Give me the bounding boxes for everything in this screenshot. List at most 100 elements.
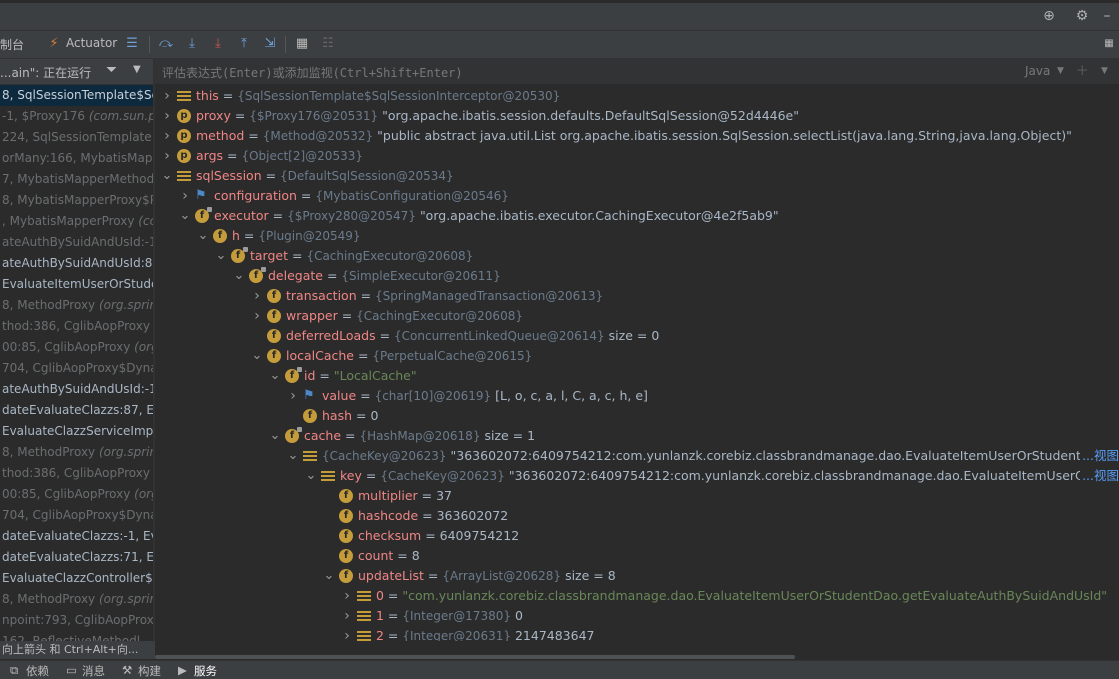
gear-icon[interactable]: ⚙ (1073, 7, 1091, 25)
stack-frame[interactable]: 8, MethodProxy (org.sprin (0, 589, 153, 610)
chevron-down-icon[interactable]: ⌄ (269, 366, 281, 386)
chevron-right-icon[interactable]: › (179, 186, 191, 206)
stack-frame[interactable]: orMany:166, MybatisMappe (0, 148, 153, 169)
variable-row[interactable]: f checksum = 6409754212 (155, 526, 1119, 546)
step-out-icon[interactable]: ⤒ (234, 34, 254, 54)
stack-frame[interactable]: -1, $Proxy176 (com.sun.pro (0, 106, 153, 127)
chevron-right-icon[interactable]: › (161, 146, 173, 166)
layout-lines-icon[interactable]: ☰ (122, 34, 142, 54)
stack-frame[interactable]: EvaluateClazzServiceImpl$ (0, 421, 153, 442)
variable-row[interactable]: ⌄ sqlSession = {DefaultSqlSession@20534} (155, 166, 1119, 186)
bottom-tab-2[interactable]: 构建 (138, 663, 161, 679)
evaluate-table-icon[interactable]: ▦ (292, 34, 312, 54)
chevron-right-icon[interactable]: › (287, 386, 299, 406)
variable-row[interactable]: ⌄ f target = {CachingExecutor@20608} (155, 246, 1119, 266)
chevron-down-icon[interactable]: ⌄ (215, 246, 227, 266)
stack-frame[interactable]: dateEvaluateClazzs:71, Eva (0, 547, 153, 568)
variable-row[interactable]: ⌄ f cache = {HashMap@20618} size = 1 (155, 426, 1119, 446)
target-circle-icon[interactable]: ⊕ (1040, 7, 1058, 25)
chevron-right-icon[interactable]: › (251, 286, 263, 306)
stack-frame[interactable]: 162, ReflectiveMethodl... (0, 631, 153, 641)
stack-frame[interactable]: dateEvaluateClazzs:-1, Eva (0, 526, 153, 547)
chevron-right-icon[interactable]: › (341, 626, 353, 641)
stack-frame[interactable]: 8, MethodProxy (org.sprin (0, 295, 153, 316)
stack-frame[interactable]: npoint:793, CglibAopProxy (0, 610, 153, 631)
variable-row[interactable]: ⌄ {CacheKey@20623} "363602072:6409754212:… (155, 446, 1119, 466)
stack-frame[interactable]: 8, MethodProxy (org.sprin (0, 442, 153, 463)
stack-frame[interactable]: 8, MybatisMapperProxy$Pl (0, 190, 153, 211)
chevron-right-icon[interactable]: › (251, 306, 263, 326)
stack-frame[interactable]: dateEvaluateClazzs:87, Eva (0, 400, 153, 421)
chevron-down-icon[interactable]: ⌄ (287, 446, 299, 466)
step-over-icon[interactable]: ⤼ (156, 34, 176, 54)
chevron-right-icon[interactable]: › (161, 86, 173, 106)
variable-row[interactable]: f deferredLoads = {ConcurrentLinkedQueue@… (155, 326, 1119, 346)
stack-frame[interactable]: EvaluateClazzController$$ (0, 568, 153, 589)
variable-row[interactable]: ⌄ f executor = {$Proxy280@20547} "org.apac… (155, 206, 1119, 226)
trace-icon[interactable]: ☷ (318, 34, 338, 54)
add-watch-icon[interactable]: + (1076, 61, 1089, 79)
variable-row[interactable]: f hashcode = 363602072 (155, 506, 1119, 526)
stack-frame[interactable]: 704, CglibAopProxy$Dyna (0, 358, 153, 379)
variable-row[interactable]: f multiplier = 37 (155, 486, 1119, 506)
view-link[interactable]: ...视图 (1080, 446, 1119, 466)
variable-row[interactable]: › f wrapper = {CachingExecutor@20608} (155, 306, 1119, 326)
chevron-down-icon[interactable]: ⌄ (323, 566, 335, 586)
chevron-down-icon[interactable]: ⌄ (179, 206, 191, 226)
chevron-right-icon[interactable]: › (161, 106, 173, 126)
stack-frame[interactable]: 00:85, CglibAopProxy (org. (0, 337, 153, 358)
variable-row[interactable]: ⌄ f h = {Plugin@20549} (155, 226, 1119, 246)
chevron-down-icon[interactable]: ⌄ (305, 466, 317, 486)
step-into-icon[interactable]: ⤓ (182, 34, 202, 54)
chevron-down-icon[interactable]: ⌄ (197, 226, 209, 246)
filter-icon[interactable]: ⏷ (106, 62, 117, 78)
stack-frame[interactable]: EvaluateItemUserOrStude (0, 274, 153, 295)
variable-row[interactable]: › p method = {Method@20532} "public abstra… (155, 126, 1119, 146)
force-step-into-icon[interactable]: ⤓ (208, 34, 228, 54)
stack-frame[interactable]: 8, SqlSessionTemplate$SqlS (0, 85, 153, 106)
evaluate-input[interactable]: 评估表达式(Enter)或添加监视(Ctrl+Shift+Enter) (162, 64, 463, 81)
chevron-right-icon[interactable]: › (161, 126, 173, 146)
thread-selector[interactable]: ...ain": 正在运行 ⏷ ▼ (0, 59, 153, 85)
variable-row[interactable]: › f transaction = {SpringManagedTransactio… (155, 286, 1119, 306)
stack-frame[interactable]: thod:386, CglibAopProxy ( (0, 463, 153, 484)
minimize-icon[interactable]: – (1098, 7, 1116, 25)
variable-row[interactable]: ⌄ f id = "LocalCache" (155, 366, 1119, 386)
bottom-tab-1[interactable]: 消息 (82, 663, 105, 679)
actuator-tab[interactable]: Actuator (66, 36, 117, 50)
stack-frame[interactable]: 00:85, CglibAopProxy (org. (0, 484, 153, 505)
variable-row[interactable]: › ⚑ configuration = {MybatisConfiguration@… (155, 186, 1119, 206)
chevron-right-icon[interactable]: › (341, 606, 353, 626)
chevron-down-icon[interactable]: ▼ (1101, 66, 1108, 76)
scrollbar-thumb[interactable] (155, 655, 795, 659)
view-link[interactable]: ...视图 (1080, 466, 1119, 486)
variable-row[interactable]: › p args = {Object[2]@20533} (155, 146, 1119, 166)
variable-row[interactable]: › p proxy = {$Proxy176@20531} "org.apache.… (155, 106, 1119, 126)
chevron-down-icon[interactable]: ⌄ (269, 426, 281, 446)
layout-grid-icon[interactable]: ▦ (1099, 34, 1119, 54)
stack-frame[interactable]: ateAuthBySuidAndUsId:-1, $ (0, 232, 153, 253)
chevron-down-icon[interactable]: ⌄ (233, 266, 245, 286)
variable-row[interactable]: ⌄ key = {CacheKey@20623} "363602072:64097… (155, 466, 1119, 486)
variable-row[interactable]: ⌄ f localCache = {PerpetualCache@20615} (155, 346, 1119, 366)
stack-frame[interactable]: ateAuthBySuidAndUsId:-1, E (0, 379, 153, 400)
language-select[interactable]: Java (1025, 64, 1050, 78)
chevron-down-icon[interactable]: ▼ (1057, 66, 1064, 76)
variable-row[interactable]: f count = 8 (155, 546, 1119, 566)
variable-row[interactable]: › ⚑ value = {char[10]@20619} [L, o, c, a, … (155, 386, 1119, 406)
bottom-tab-0[interactable]: 依赖 (26, 663, 49, 679)
variable-row[interactable]: f hash = 0 (155, 406, 1119, 426)
chevron-down-icon[interactable]: ⌄ (251, 346, 263, 366)
stack-frame[interactable]: 7, MybatisMapperMethod (0, 169, 153, 190)
stack-frame[interactable]: 704, CglibAopProxy$Dyna (0, 505, 153, 526)
chevron-down-icon[interactable]: ⌄ (161, 166, 173, 186)
run-to-cursor-icon[interactable]: ⇲ (260, 34, 280, 54)
variable-row[interactable]: › 2 = {Integer@20631} 2147483647 (155, 626, 1119, 641)
stack-frame[interactable]: thod:386, CglibAopProxy ( (0, 316, 153, 337)
chevron-right-icon[interactable]: › (341, 586, 353, 606)
chevron-down-icon[interactable]: ▼ (133, 64, 141, 75)
variable-row[interactable]: › 0 = "com.yunlanzk.corebiz.classbrandman… (155, 586, 1119, 606)
variable-row[interactable]: › 1 = {Integer@17380} 0 (155, 606, 1119, 626)
stack-frame[interactable]: 224, SqlSessionTemplate (o (0, 127, 153, 148)
variable-row[interactable]: ⌄ f delegate = {SimpleExecutor@20611} (155, 266, 1119, 286)
